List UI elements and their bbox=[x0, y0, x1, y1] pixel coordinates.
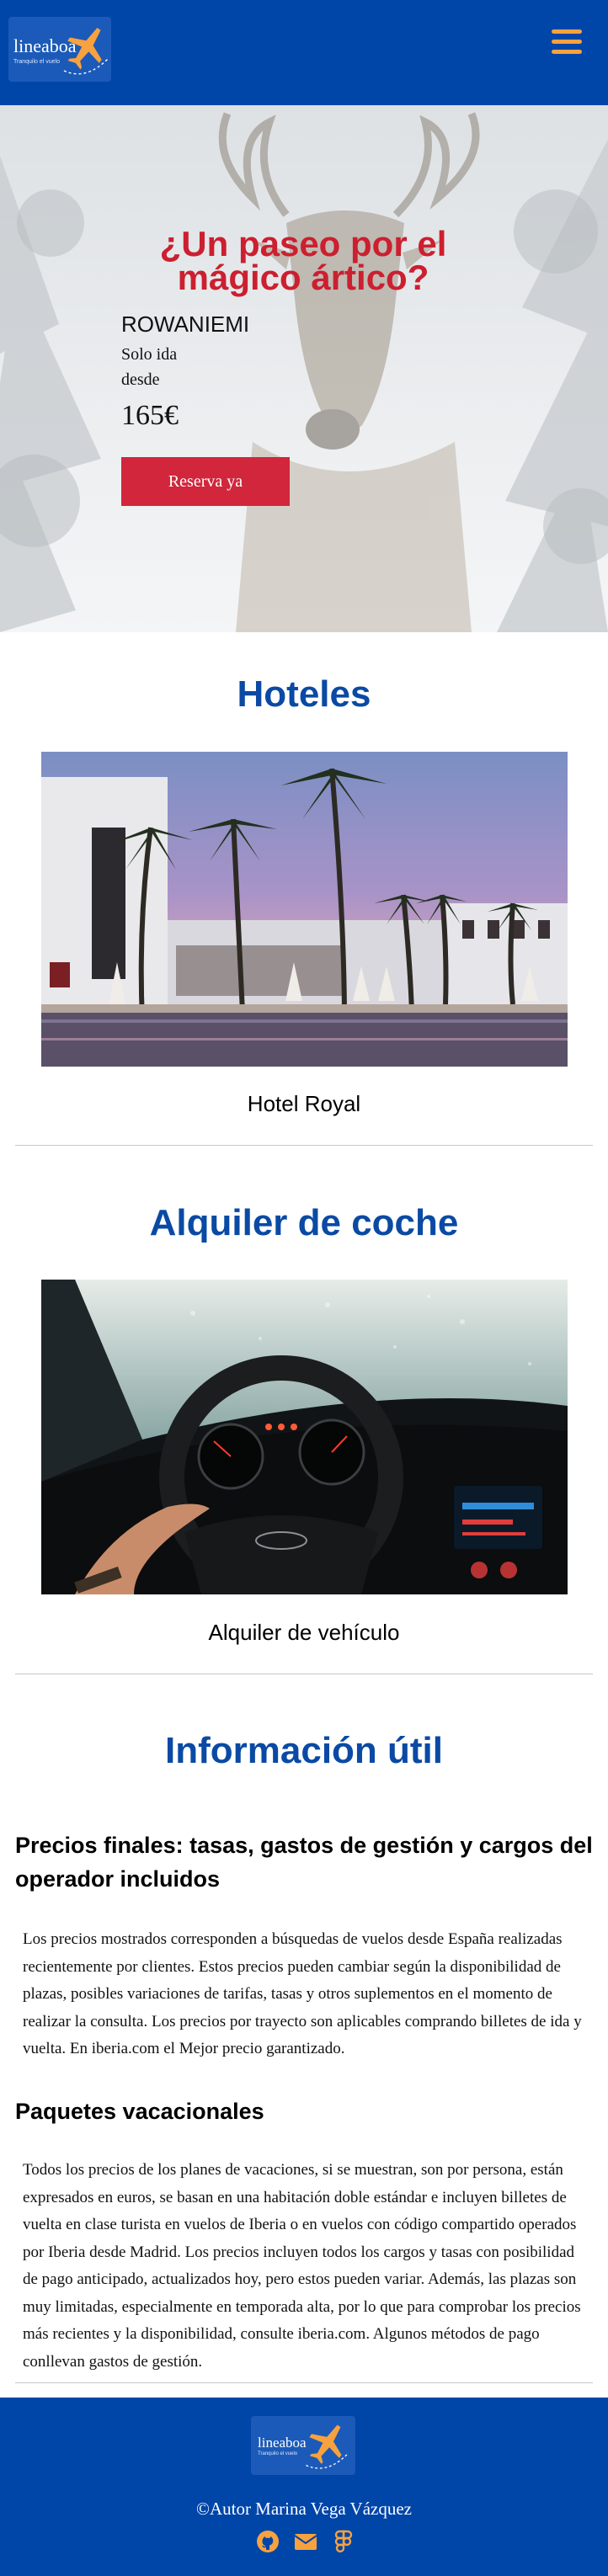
site-footer: lineaboa Tranquilo el vuelo ©Autor Marin… bbox=[0, 2398, 608, 2576]
section-divider bbox=[15, 2382, 593, 2383]
github-icon[interactable] bbox=[255, 2529, 280, 2554]
hotel-image[interactable] bbox=[41, 752, 568, 1067]
footer-logo-text: lineaboa bbox=[258, 2435, 307, 2451]
logo-tagline: Tranquilo el vuelo bbox=[13, 59, 60, 65]
hotel-caption: Hotel Royal bbox=[247, 1091, 361, 1116]
info-text-packages: Todos los precios de los planes de vacac… bbox=[23, 2161, 581, 2371]
info-text-prices: Los precios mostrados corresponden a bús… bbox=[23, 1930, 582, 2057]
price-from-label: desde bbox=[121, 370, 160, 389]
envelope-icon[interactable] bbox=[293, 2529, 318, 2554]
figma-icon[interactable] bbox=[331, 2529, 356, 2554]
trip-type: Solo ida bbox=[121, 345, 178, 364]
destination-city: ROWANIEMI bbox=[121, 311, 250, 337]
logo-text: lineaboa bbox=[13, 35, 77, 56]
cars-title: Alquiler de coche bbox=[149, 1202, 459, 1243]
hamburger-menu-icon[interactable] bbox=[552, 29, 582, 55]
hero-banner: ¿Un paseo por el mágico ártico? ROWANIEM… bbox=[0, 105, 608, 632]
car-rental-caption: Alquiler de vehículo bbox=[208, 1620, 400, 1645]
price: 165€ bbox=[121, 400, 179, 431]
car-rental-image[interactable] bbox=[41, 1280, 568, 1594]
footer-logo-tagline: Tranquilo el vuelo bbox=[258, 2451, 298, 2456]
car-dashboard-photo bbox=[41, 1280, 568, 1594]
site-logo[interactable]: lineaboa Tranquilo el vuelo bbox=[8, 17, 111, 82]
arctic-reindeer-image bbox=[0, 105, 608, 632]
info-heading-prices: Precios finales: tasas, gastos de gestió… bbox=[15, 1833, 593, 1892]
info-heading-packages: Paquetes vacacionales bbox=[15, 2099, 264, 2124]
copyright: ©Autor Marina Vega Vázquez bbox=[195, 2499, 412, 2519]
hero-title: ¿Un paseo por el mágico ártico? bbox=[159, 224, 447, 297]
airplane-icon bbox=[306, 2424, 348, 2469]
site-header: lineaboa Tranquilo el vuelo bbox=[0, 0, 608, 105]
book-now-button[interactable]: Reserva ya bbox=[121, 457, 290, 506]
footer-logo[interactable]: lineaboa Tranquilo el vuelo bbox=[251, 2416, 355, 2475]
hotels-title: Hoteles bbox=[237, 673, 371, 715]
info-title: Información útil bbox=[165, 1730, 443, 1771]
hotel-pool-photo bbox=[41, 752, 568, 1067]
section-divider bbox=[15, 1145, 593, 1146]
